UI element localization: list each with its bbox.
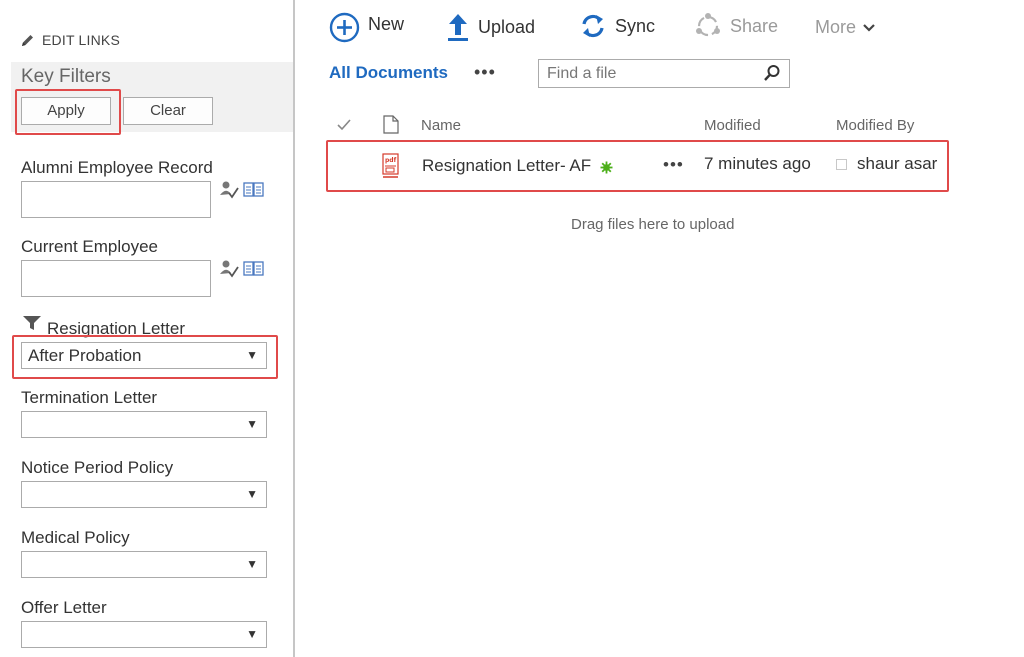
share-icon	[696, 13, 720, 37]
file-row-highlight-box	[326, 140, 949, 192]
filter-label-current-employee: Current Employee	[21, 237, 159, 256]
notice-period-policy-select[interactable]: ▼	[21, 481, 267, 508]
search-icon[interactable]	[763, 64, 781, 82]
termination-letter-select[interactable]: ▼	[21, 411, 267, 438]
filter-label-notice-period-policy: Notice Period Policy	[21, 458, 174, 477]
presence-indicator	[836, 159, 847, 170]
more-label: More	[815, 17, 857, 37]
share-label: Share	[730, 15, 779, 36]
plus-circle-icon	[329, 12, 360, 43]
modified-by-user-link[interactable]: shaur asar	[857, 154, 937, 174]
edit-links-button[interactable]: EDIT LINKS	[20, 32, 120, 48]
pencil-icon	[22, 34, 33, 46]
sync-button[interactable]: Sync	[579, 12, 655, 40]
check-names-icon[interactable]	[219, 180, 239, 200]
edit-links-label: EDIT LINKS	[42, 32, 120, 48]
view-all-documents[interactable]: All Documents	[329, 63, 448, 83]
check-names-icon[interactable]	[219, 259, 239, 279]
item-menu-ellipsis[interactable]: •••	[663, 155, 684, 175]
alumni-employee-record-input[interactable]	[21, 181, 211, 218]
dropdown-arrow-icon: ▼	[246, 557, 258, 571]
search-box	[538, 59, 790, 88]
panel-divider	[293, 0, 295, 657]
column-header-modified-by[interactable]: Modified By	[836, 117, 914, 134]
select-all-checkmark-icon[interactable]	[337, 119, 351, 131]
dropdown-arrow-icon: ▼	[246, 627, 258, 641]
filter-label-resignation-letter: Resignation Letter	[47, 319, 185, 338]
address-book-icon[interactable]	[243, 180, 265, 200]
filter-label-medical-policy: Medical Policy	[21, 528, 130, 547]
current-employee-picker-icons	[219, 259, 265, 279]
key-filters-panel: Key Filters Apply Clear	[11, 62, 293, 132]
key-filters-title: Key Filters	[21, 66, 111, 87]
clear-button[interactable]: Clear	[123, 97, 213, 125]
alumni-employee-record-picker-icons	[219, 180, 265, 200]
dropdown-arrow-icon: ▼	[246, 417, 258, 431]
filter-funnel-icon	[23, 316, 41, 330]
column-header-name[interactable]: Name	[421, 117, 461, 134]
svg-text:pdf: pdf	[385, 157, 397, 164]
search-input[interactable]	[545, 63, 759, 85]
modified-time: 7 minutes ago	[704, 154, 811, 173]
dropdown-arrow-icon: ▼	[246, 348, 258, 362]
chevron-down-icon	[863, 23, 875, 32]
offer-letter-select[interactable]: ▼	[21, 621, 267, 648]
filter-label-termination-letter: Termination Letter	[21, 388, 158, 407]
new-button[interactable]: New	[329, 12, 404, 43]
sync-icon	[582, 14, 604, 38]
resignation-letter-select[interactable]: After Probation ▼	[21, 342, 267, 369]
filter-label-alumni-employee-record: Alumni Employee Record	[21, 158, 213, 177]
more-button[interactable]: More	[815, 17, 876, 38]
filter-label-offer-letter: Offer Letter	[21, 598, 107, 617]
upload-button[interactable]: Upload	[446, 12, 535, 42]
column-header-modified[interactable]: Modified	[704, 117, 761, 134]
medical-policy-select[interactable]: ▼	[21, 551, 267, 578]
new-item-badge-icon	[600, 161, 613, 174]
upload-label: Upload	[478, 16, 536, 37]
resignation-letter-selected-value: After Probation	[28, 346, 142, 365]
pdf-file-icon: pdf	[382, 153, 399, 178]
drag-upload-hint: Drag files here to upload	[571, 216, 735, 233]
sync-label: Sync	[615, 15, 656, 36]
dropdown-arrow-icon: ▼	[246, 487, 258, 501]
file-name-link[interactable]: Resignation Letter- AF	[422, 156, 591, 176]
upload-arrow-icon	[448, 14, 468, 41]
left-navigation: EDIT LINKS Key Filters Apply Clear Alumn…	[0, 0, 293, 657]
address-book-icon[interactable]	[243, 259, 265, 279]
share-button[interactable]: Share	[694, 12, 778, 40]
view-options-ellipsis[interactable]: •••	[474, 62, 496, 83]
current-employee-input[interactable]	[21, 260, 211, 297]
apply-button[interactable]: Apply	[21, 97, 111, 125]
file-type-header-icon	[383, 115, 399, 134]
new-label: New	[368, 14, 405, 34]
